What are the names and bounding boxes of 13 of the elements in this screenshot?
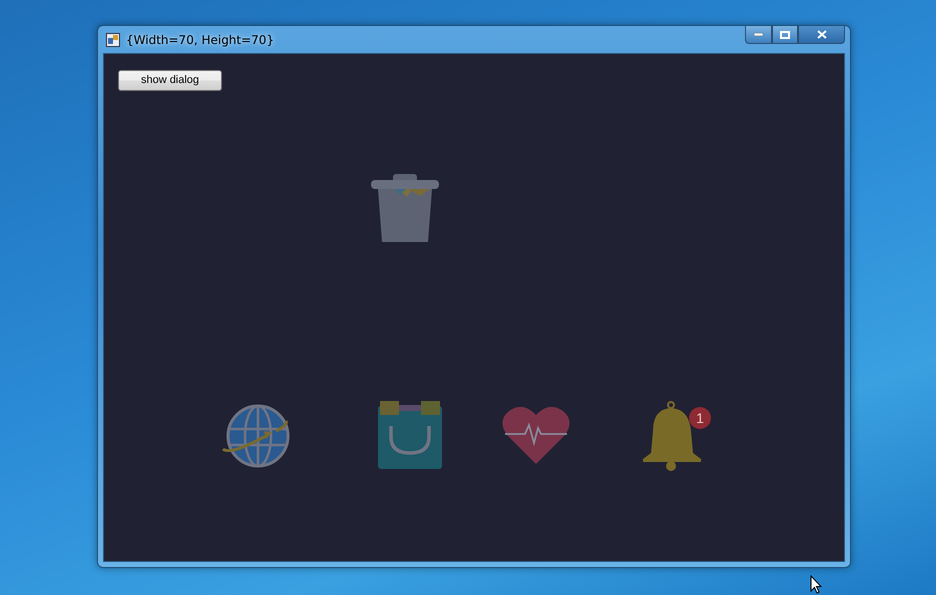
close-icon: [816, 30, 826, 39]
app-window-icon: [106, 32, 120, 46]
shopping-bag-icon: [375, 401, 445, 471]
window-title: {Width=70, Height=70}: [126, 32, 274, 46]
trash-can-icon: [370, 172, 440, 242]
notification-count: 1: [689, 407, 711, 429]
mouse-pointer-icon: [810, 575, 822, 594]
close-button[interactable]: [798, 26, 845, 44]
minimize-button[interactable]: [745, 26, 772, 44]
maximize-button[interactable]: [772, 26, 798, 44]
show-dialog-button[interactable]: show dialog: [118, 70, 222, 90]
maximize-icon: [780, 30, 790, 38]
minimize-icon: [754, 33, 763, 36]
